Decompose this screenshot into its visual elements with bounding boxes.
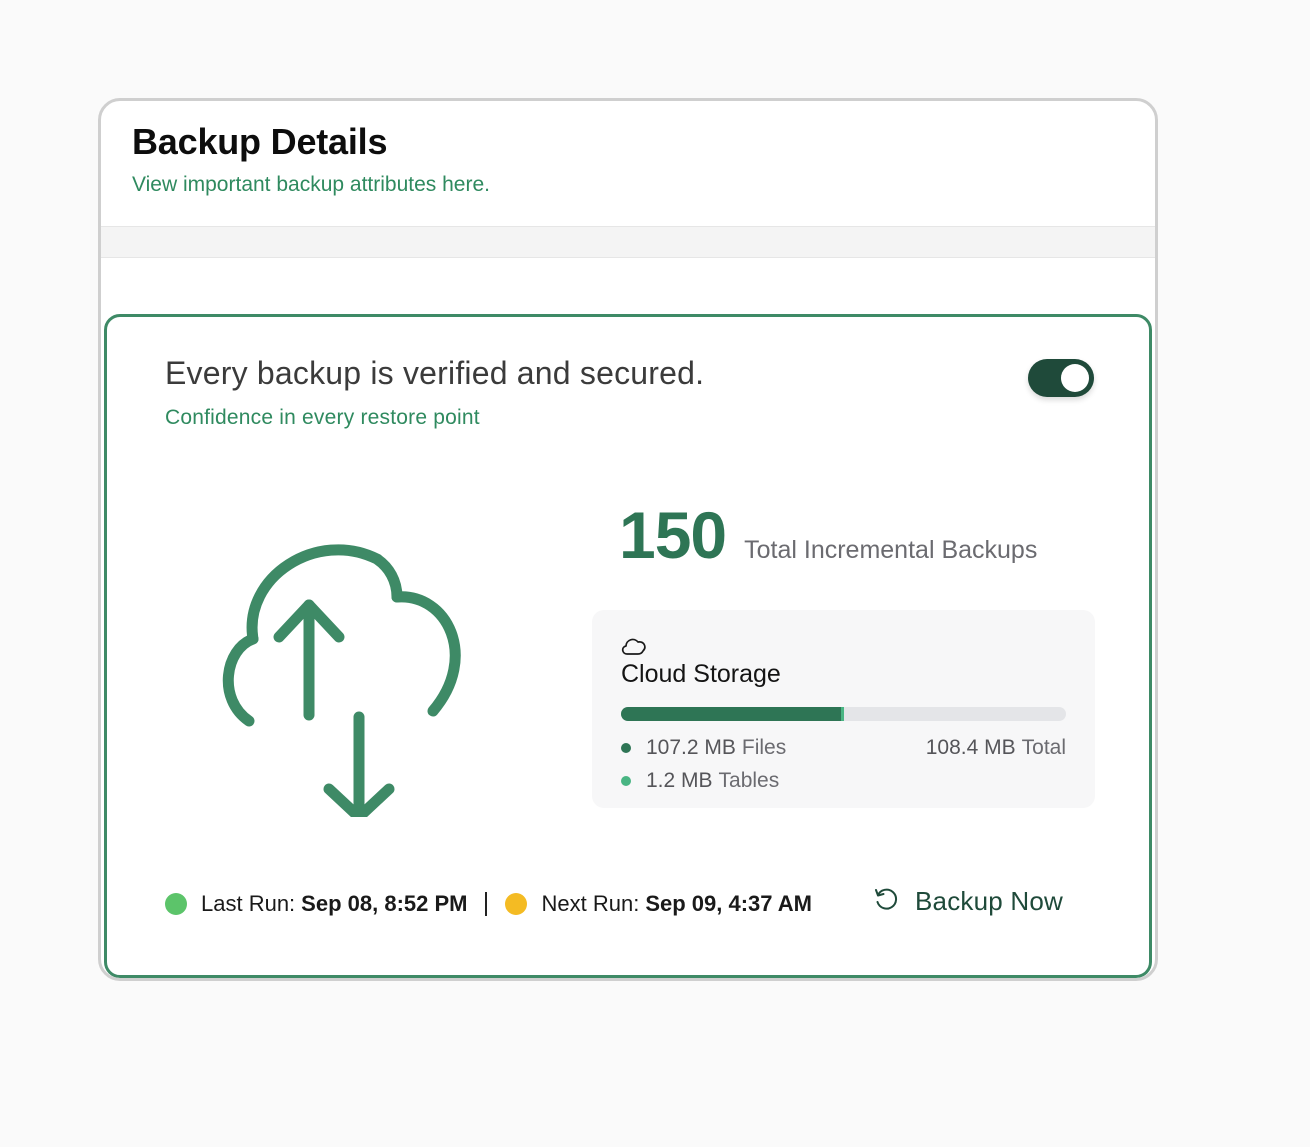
card-header: Backup Details View important backup att… xyxy=(132,121,490,197)
files-label: Files xyxy=(741,736,787,759)
progress-files-segment xyxy=(621,707,842,721)
backup-details-card: Backup Details View important backup att… xyxy=(98,98,1158,981)
last-run-value: Sep 08, 8:52 PM xyxy=(301,891,468,916)
tables-dot xyxy=(621,776,631,786)
header-divider xyxy=(101,226,1155,258)
progress-tables-segment xyxy=(841,707,844,721)
run-schedule: Last Run: Sep 08, 8:52 PM Next Run: Sep … xyxy=(165,891,812,917)
page-subtitle: View important backup attributes here. xyxy=(132,173,490,196)
next-run-status-dot xyxy=(505,893,528,915)
run-separator xyxy=(485,892,488,916)
last-run-status-dot xyxy=(165,893,187,915)
backup-now-button[interactable]: Backup Now xyxy=(873,886,1063,917)
next-run-value: Sep 09, 4:37 AM xyxy=(645,891,813,916)
total-label: Total xyxy=(1021,736,1066,759)
next-run-label: Next Run: xyxy=(541,891,640,916)
legend-files: 107.2 MB Files xyxy=(621,736,786,760)
toggle-knob xyxy=(1061,364,1089,392)
card-tagline: Confidence in every restore point xyxy=(165,406,480,429)
legend-tables: 1.2 MB Tables xyxy=(621,769,779,793)
cloud-storage-panel: Cloud Storage 107.2 MB Files 1.2 MB Tabl… xyxy=(592,610,1095,808)
cloud-upload-download-icon xyxy=(217,537,467,823)
storage-total: 108.4 MB Total xyxy=(926,736,1066,760)
backup-now-label: Backup Now xyxy=(915,886,1063,916)
storage-progress-bar xyxy=(621,707,1066,721)
files-value: 107.2 MB xyxy=(646,736,736,759)
backup-toggle[interactable] xyxy=(1028,359,1094,397)
tables-value: 1.2 MB xyxy=(646,769,713,792)
files-dot xyxy=(621,743,631,753)
tables-label: Tables xyxy=(718,769,780,792)
total-backups-count: 150 xyxy=(619,498,727,572)
total-backups-label: Total Incremental Backups xyxy=(744,536,1038,564)
total-value: 108.4 MB xyxy=(925,736,1016,759)
page-title: Backup Details xyxy=(132,121,388,162)
cloud-icon xyxy=(620,636,648,661)
card-headline: Every backup is verified and secured. xyxy=(165,355,705,391)
incremental-backups-stat: 150 Total Incremental Backups xyxy=(619,497,1037,573)
last-run-label: Last Run: xyxy=(201,891,296,916)
refresh-icon xyxy=(873,886,899,917)
backup-summary-card: Every backup is verified and secured. Co… xyxy=(104,314,1152,978)
storage-title: Cloud Storage xyxy=(621,660,781,688)
